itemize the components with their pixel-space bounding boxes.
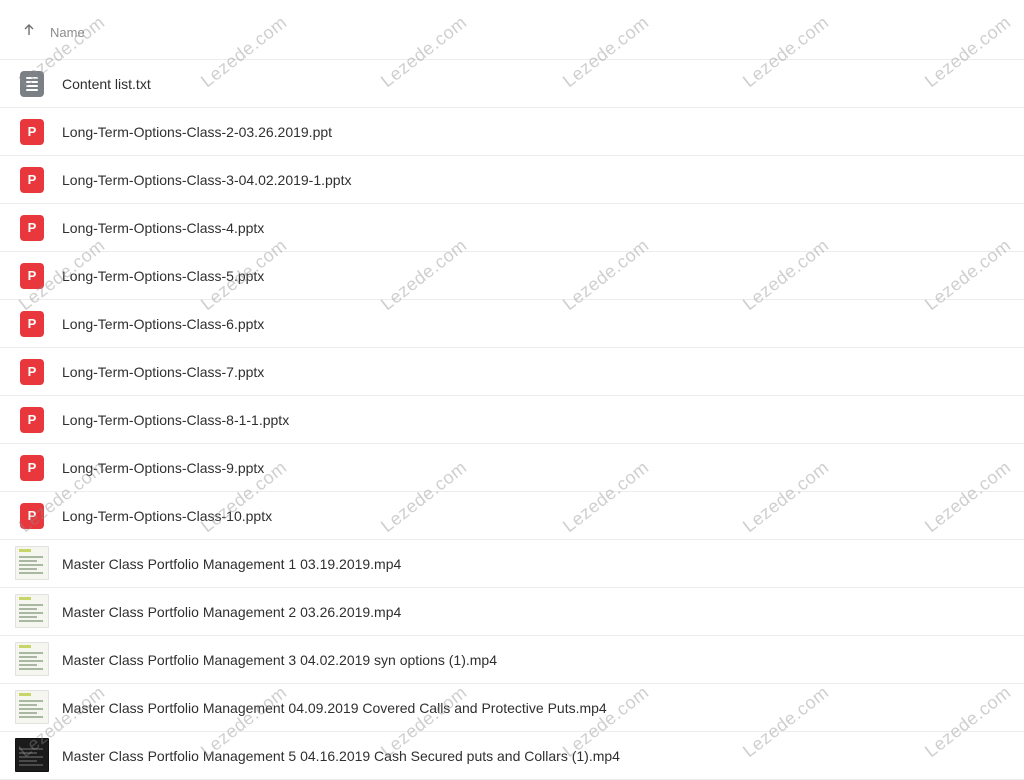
powerpoint-icon: P [20,455,44,481]
powerpoint-icon: P [20,311,44,337]
text-file-icon [20,71,44,97]
file-row[interactable]: P Long-Term-Options-Class-4.pptx [0,204,1024,252]
powerpoint-icon: P [20,263,44,289]
video-thumbnail-icon [15,690,49,724]
file-name: Long-Term-Options-Class-9.pptx [62,460,265,476]
file-row[interactable]: P Long-Term-Options-Class-10.pptx [0,492,1024,540]
powerpoint-icon: P [20,359,44,385]
list-header: Name [0,0,1024,60]
file-row[interactable]: Master Class Portfolio Management 2 03.2… [0,588,1024,636]
file-row[interactable]: P Long-Term-Options-Class-9.pptx [0,444,1024,492]
file-name: Master Class Portfolio Management 3 04.0… [62,652,498,668]
file-name: Long-Term-Options-Class-3-04.02.2019-1.p… [62,172,352,188]
file-name: Master Class Portfolio Management 1 03.1… [62,556,402,572]
file-row[interactable]: Content list.txt [0,60,1024,108]
name-column-header[interactable]: Name [50,25,85,40]
file-row[interactable]: Master Class Portfolio Management 5 04.1… [0,732,1024,780]
file-name: Master Class Portfolio Management 04.09.… [62,700,607,716]
file-row[interactable]: Master Class Portfolio Management 3 04.0… [0,636,1024,684]
powerpoint-glyph: P [27,220,37,235]
powerpoint-icon: P [20,215,44,241]
file-name: Long-Term-Options-Class-2-03.26.2019.ppt [62,124,333,140]
file-name: Long-Term-Options-Class-5.pptx [62,268,265,284]
powerpoint-icon: P [20,503,44,529]
file-row[interactable]: P Long-Term-Options-Class-6.pptx [0,300,1024,348]
powerpoint-glyph: P [27,268,37,283]
powerpoint-icon: P [20,119,44,145]
powerpoint-glyph: P [27,412,37,427]
file-row[interactable]: P Long-Term-Options-Class-3-04.02.2019-1.… [0,156,1024,204]
video-thumbnail-icon [15,594,49,628]
file-row[interactable]: P Long-Term-Options-Class-2-03.26.2019.pp… [0,108,1024,156]
file-row[interactable]: Master Class Portfolio Management 1 03.1… [0,540,1024,588]
powerpoint-icon: P [20,407,44,433]
powerpoint-glyph: P [27,508,37,523]
powerpoint-glyph: P [27,316,37,331]
arrow-up-icon[interactable] [22,23,36,42]
file-name: Long-Term-Options-Class-4.pptx [62,220,265,236]
file-name: Long-Term-Options-Class-6.pptx [62,316,265,332]
video-thumbnail-icon [15,546,49,580]
powerpoint-glyph: P [27,460,37,475]
powerpoint-glyph: P [27,172,37,187]
file-row[interactable]: P Long-Term-Options-Class-7.pptx [0,348,1024,396]
powerpoint-glyph: P [27,124,37,139]
powerpoint-glyph: P [27,364,37,379]
file-name: Long-Term-Options-Class-8-1-1.pptx [62,412,290,428]
file-name: Master Class Portfolio Management 5 04.1… [62,748,620,764]
file-row[interactable]: Master Class Portfolio Management 04.09.… [0,684,1024,732]
file-row[interactable]: P Long-Term-Options-Class-8-1-1.pptx [0,396,1024,444]
powerpoint-icon: P [20,167,44,193]
file-name: Long-Term-Options-Class-7.pptx [62,364,265,380]
file-name: Long-Term-Options-Class-10.pptx [62,508,273,524]
video-thumbnail-icon [15,738,49,772]
file-name: Content list.txt [62,76,151,92]
file-name: Master Class Portfolio Management 2 03.2… [62,604,402,620]
file-row[interactable]: P Long-Term-Options-Class-5.pptx [0,252,1024,300]
file-list: Content list.txt P Long-Term-Options-Class… [0,60,1024,780]
video-thumbnail-icon [15,642,49,676]
